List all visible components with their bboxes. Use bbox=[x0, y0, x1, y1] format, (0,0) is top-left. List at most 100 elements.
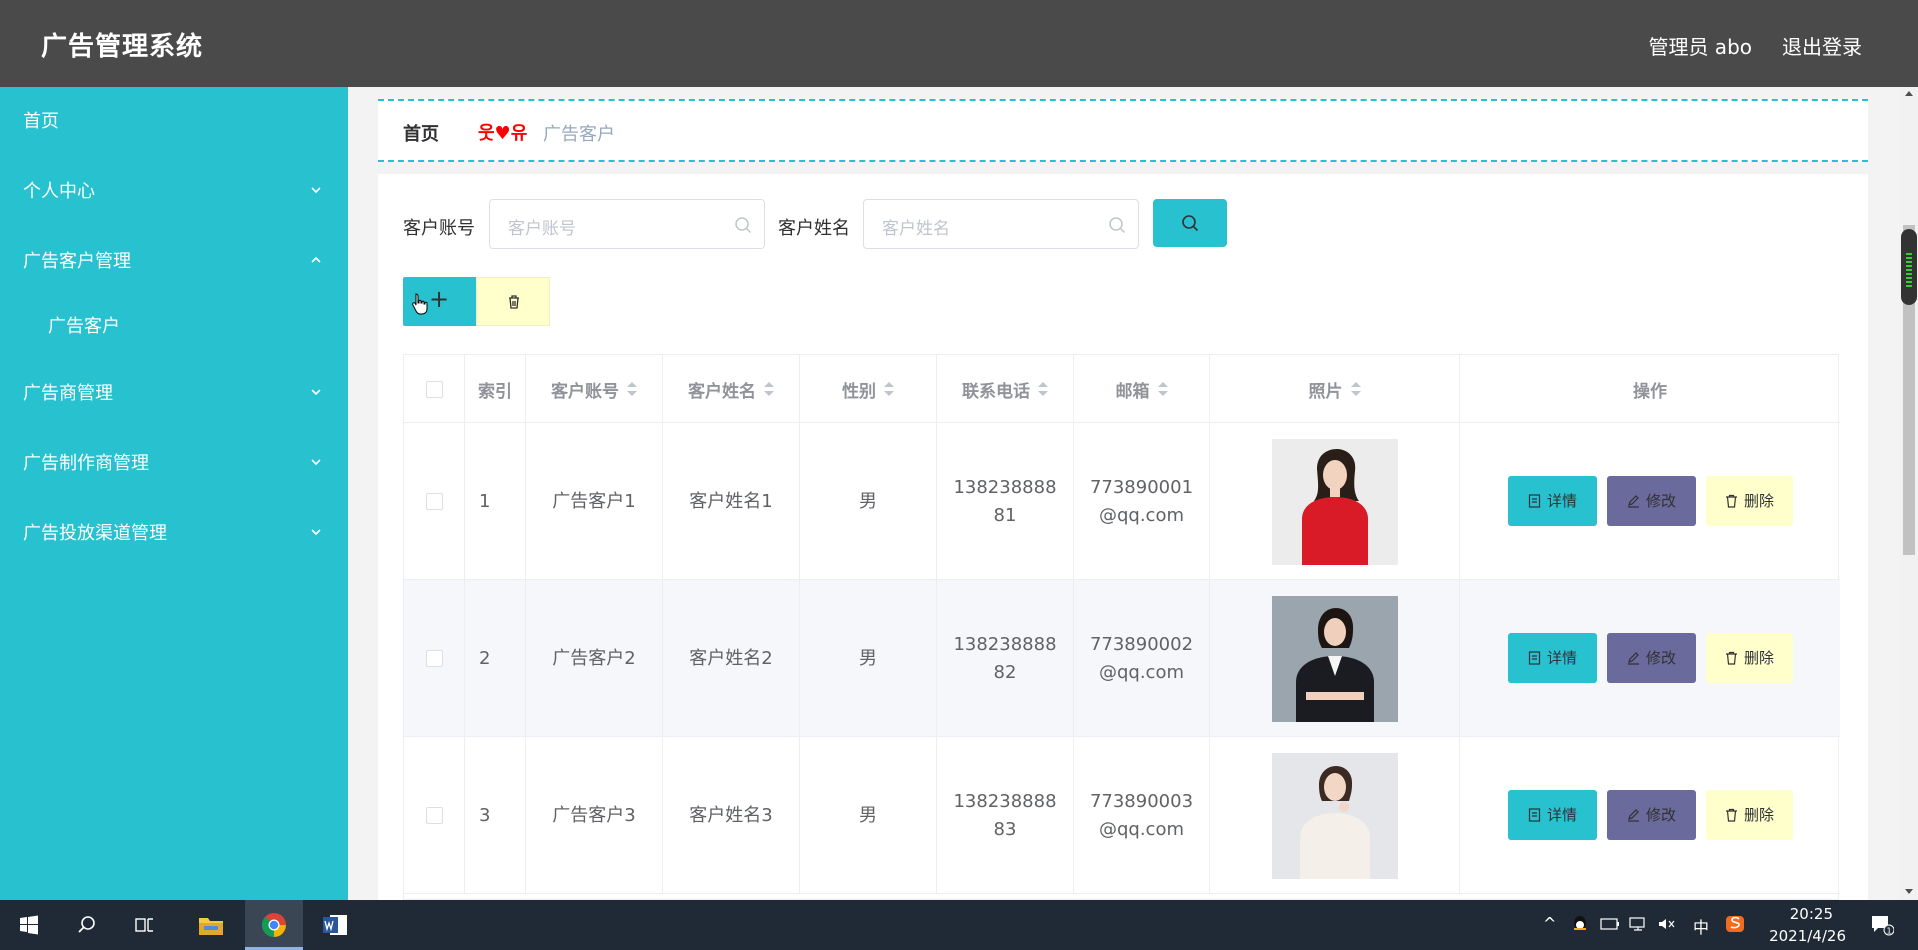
detail-button[interactable]: 详情 bbox=[1508, 476, 1597, 526]
edit-icon bbox=[1627, 495, 1639, 508]
sidebar-item-client-management[interactable]: 广告客户管理 bbox=[0, 230, 348, 290]
account-search-input[interactable]: 客户账号 bbox=[489, 199, 765, 249]
sidebar-item-label: 个人中心 bbox=[23, 181, 95, 202]
col-account-label: 客户账号 bbox=[551, 381, 619, 402]
battery-icon[interactable] bbox=[1600, 917, 1620, 931]
chevron-up-icon[interactable]: ^ bbox=[1543, 914, 1556, 933]
name-search-input[interactable]: 客户姓名 bbox=[863, 199, 1139, 249]
edit-button[interactable]: 修改 bbox=[1607, 476, 1696, 526]
cell-gender: 男 bbox=[800, 423, 937, 580]
search-icon bbox=[735, 217, 752, 234]
edit-button[interactable]: 修改 bbox=[1607, 633, 1696, 683]
col-photo[interactable]: 照片 bbox=[1210, 355, 1460, 423]
sort-icon[interactable] bbox=[1038, 382, 1048, 396]
delete-button-label: 删除 bbox=[1743, 492, 1774, 510]
row-select-cell bbox=[404, 423, 465, 580]
col-name[interactable]: 客户姓名 bbox=[663, 355, 800, 423]
row-checkbox[interactable] bbox=[425, 493, 443, 510]
sogou-input-icon[interactable] bbox=[1725, 915, 1745, 933]
row-select-cell bbox=[404, 737, 465, 894]
scroll-grip-icon[interactable] bbox=[1901, 229, 1917, 305]
select-all-cell bbox=[404, 355, 465, 423]
clock-time[interactable]: 20:25 bbox=[1790, 905, 1833, 923]
sidebar-item-producer-management[interactable]: 广告制作商管理 bbox=[0, 432, 348, 492]
client-photo[interactable] bbox=[1271, 438, 1398, 565]
scroll-up-arrow-icon[interactable] bbox=[1905, 91, 1913, 96]
sidebar-item-label: 广告制作商管理 bbox=[23, 453, 149, 474]
col-gender[interactable]: 性别 bbox=[800, 355, 937, 423]
client-photo[interactable] bbox=[1271, 595, 1398, 722]
cell-account: 广告客户2 bbox=[526, 580, 663, 737]
logout-link[interactable]: 退出登录 bbox=[1782, 31, 1862, 60]
sort-icon[interactable] bbox=[627, 382, 637, 396]
sort-icon[interactable] bbox=[764, 382, 774, 396]
col-account[interactable]: 客户账号 bbox=[526, 355, 663, 423]
network-icon[interactable] bbox=[1628, 916, 1648, 932]
col-name-label: 客户姓名 bbox=[688, 381, 756, 402]
cell-email: 773890001@qq.com bbox=[1074, 423, 1210, 580]
col-index-label: 索引 bbox=[478, 381, 512, 402]
breadcrumb-separator: 웃♥유 bbox=[478, 123, 528, 144]
col-email[interactable]: 邮箱 bbox=[1074, 355, 1210, 423]
windows-start-icon[interactable] bbox=[0, 900, 58, 950]
batch-delete-button[interactable] bbox=[476, 277, 550, 326]
search-icon bbox=[1109, 217, 1126, 234]
row-checkbox[interactable] bbox=[425, 807, 443, 824]
cell-photo bbox=[1210, 580, 1460, 737]
col-gender-label: 性别 bbox=[842, 381, 876, 402]
edit-icon bbox=[1627, 809, 1639, 822]
detail-button[interactable]: 详情 bbox=[1508, 633, 1597, 683]
col-phone[interactable]: 联系电话 bbox=[937, 355, 1074, 423]
task-view-icon[interactable] bbox=[116, 900, 174, 950]
cell-photo bbox=[1210, 423, 1460, 580]
detail-button[interactable]: 详情 bbox=[1508, 790, 1597, 840]
volume-muted-icon[interactable] bbox=[1657, 916, 1677, 932]
delete-button[interactable]: 删除 bbox=[1706, 633, 1793, 683]
cell-gender: 男 bbox=[800, 580, 937, 737]
client-photo[interactable] bbox=[1271, 752, 1398, 879]
table-header: 索引 客户账号 客户姓名 性别 联系电话 邮箱 照片 操作 bbox=[404, 355, 1840, 423]
clock-date[interactable]: 2021/4/26 bbox=[1769, 927, 1846, 945]
sort-icon[interactable] bbox=[1350, 382, 1361, 396]
search-button[interactable] bbox=[1153, 199, 1227, 247]
delete-button[interactable]: 删除 bbox=[1706, 790, 1793, 840]
edit-button[interactable]: 修改 bbox=[1607, 790, 1696, 840]
cell-account: 广告客户3 bbox=[526, 737, 663, 894]
edit-button-label: 修改 bbox=[1645, 492, 1676, 510]
cell-name: 客户姓名3 bbox=[663, 737, 800, 894]
cell-actions: 详情 修改 删除 bbox=[1460, 737, 1840, 894]
qq-icon[interactable] bbox=[1571, 915, 1589, 933]
name-search-label: 客户姓名 bbox=[778, 218, 850, 239]
cell-phone: 13823888883 bbox=[937, 737, 1074, 894]
chevron-down-icon bbox=[311, 389, 321, 396]
sidebar-item-label: 广告投放渠道管理 bbox=[23, 523, 167, 544]
breadcrumb-home[interactable]: 首页 bbox=[403, 120, 439, 146]
row-checkbox[interactable] bbox=[425, 650, 443, 667]
search-icon[interactable] bbox=[58, 900, 116, 950]
word-icon[interactable] bbox=[306, 900, 364, 950]
breadcrumb-current: 广告客户 bbox=[543, 124, 615, 145]
sidebar-item-label: 广告商管理 bbox=[23, 383, 113, 404]
sort-icon[interactable] bbox=[1157, 382, 1168, 396]
sidebar-item-advertiser-management[interactable]: 广告商管理 bbox=[0, 362, 348, 422]
delete-button[interactable]: 删除 bbox=[1706, 476, 1793, 526]
ime-indicator[interactable]: 中 bbox=[1693, 914, 1709, 938]
sidebar-item-channel-management[interactable]: 广告投放渠道管理 bbox=[0, 502, 348, 562]
select-all-checkbox[interactable] bbox=[425, 380, 443, 398]
trash-icon bbox=[1725, 494, 1737, 508]
sidebar-item-clients[interactable]: 广告客户 bbox=[0, 295, 348, 355]
current-user: 管理员 abo bbox=[1648, 35, 1752, 59]
notification-icon[interactable]: 1 bbox=[1870, 914, 1894, 936]
cell-email: 773890003@qq.com bbox=[1074, 737, 1210, 894]
sort-icon[interactable] bbox=[884, 382, 894, 396]
page-scrollbar[interactable] bbox=[1900, 87, 1918, 900]
hand-cursor-icon bbox=[412, 293, 428, 315]
cell-photo bbox=[1210, 737, 1460, 894]
file-explorer-icon[interactable] bbox=[182, 900, 240, 950]
row-select-cell bbox=[404, 580, 465, 737]
sidebar-item-personal-center[interactable]: 个人中心 bbox=[0, 160, 348, 220]
sidebar-item-home[interactable]: 首页 bbox=[0, 90, 348, 150]
scroll-down-arrow-icon[interactable] bbox=[1905, 889, 1913, 894]
edit-icon bbox=[1627, 652, 1639, 665]
chrome-icon[interactable] bbox=[245, 900, 303, 950]
